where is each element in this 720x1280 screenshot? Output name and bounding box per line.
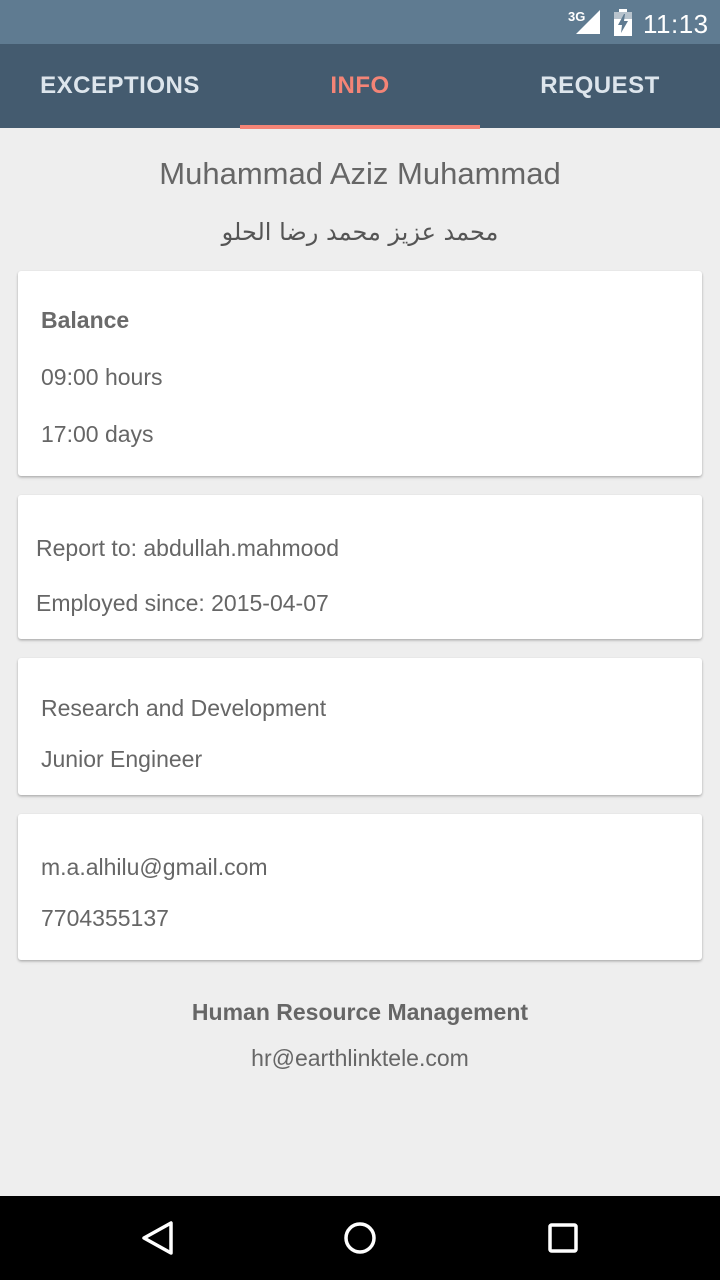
tab-info[interactable]: INFO: [240, 44, 480, 128]
tab-request[interactable]: REQUEST: [480, 44, 720, 128]
tab-exceptions[interactable]: EXCEPTIONS: [0, 44, 240, 128]
signal-icon: [576, 10, 600, 34]
employee-name-arabic: محمد عزيز محمد رضا الحلو: [221, 218, 499, 246]
email-address[interactable]: m.a.alhilu@gmail.com: [41, 854, 268, 881]
recent-apps-button[interactable]: [533, 1208, 593, 1268]
balance-hours: 09:00 hours: [41, 364, 163, 390]
battery-charging-icon: [614, 9, 632, 36]
employee-name-english: Muhammad Aziz Muhammad: [159, 156, 561, 191]
report-to: Report to: abdullah.mahmood: [36, 535, 340, 561]
status-bar: 3G 11:13: [0, 0, 720, 44]
clock-time: 11:13: [643, 9, 709, 39]
department-name: Research and Development: [41, 695, 327, 721]
balance-title: Balance: [41, 307, 130, 333]
report-card: Report to: abdullah.mahmood Employed sin…: [18, 495, 702, 639]
balance-days: 17:00 days: [41, 421, 154, 447]
home-button[interactable]: [330, 1208, 390, 1268]
recent-apps-icon: [548, 1223, 578, 1253]
back-icon: [142, 1221, 173, 1255]
navigation-bar: [0, 1196, 720, 1280]
tab-bar: EXCEPTIONS INFO REQUEST: [0, 44, 720, 129]
job-position: Junior Engineer: [41, 746, 203, 772]
balance-card: Balance 09:00 hours 17:00 days: [18, 271, 702, 476]
home-icon: [344, 1222, 376, 1254]
employed-since: Employed since: 2015-04-07: [36, 590, 329, 616]
contact-card: m.a.alhilu@gmail.com 7704355137: [18, 814, 702, 960]
phone-number[interactable]: 7704355137: [41, 905, 169, 932]
department-card: Research and Development Junior Engineer: [18, 658, 702, 795]
footer-email[interactable]: hr@earthlinktele.com: [0, 1045, 720, 1072]
active-tab-indicator: [240, 125, 480, 129]
back-button[interactable]: [128, 1208, 188, 1268]
footer-title: Human Resource Management: [191, 999, 529, 1025]
